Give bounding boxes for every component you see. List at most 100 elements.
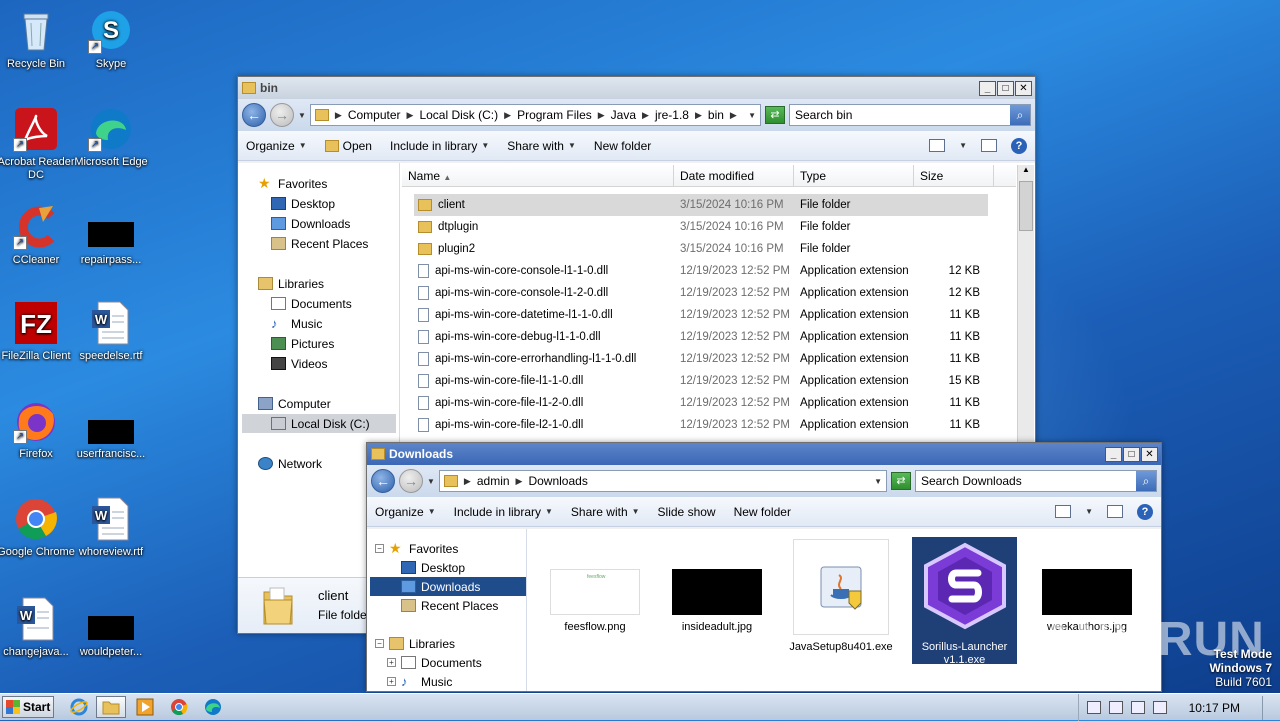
taskbar-edge[interactable] [198,696,228,718]
forward-button[interactable]: → [270,103,294,127]
desktop-icon-firefox[interactable]: ↗ Firefox [0,398,76,461]
minimize-button[interactable]: _ [1105,446,1122,462]
nav-local-disk[interactable]: Local Disk (C:) [242,414,396,433]
file-row[interactable]: api-ms-win-core-file-l1-1-0.dll 12/19/20… [414,370,988,392]
search-input[interactable]: Search Downloads ⌕ [915,470,1157,492]
clock[interactable]: 10:17 PM [1189,701,1240,715]
scroll-up-icon[interactable]: ▲ [1018,165,1034,179]
refresh-button[interactable]: ⇄ [891,472,911,490]
desktop-icon-repairpass[interactable]: repairpass... [71,204,151,267]
desktop-icon-recycle-bin[interactable]: Recycle Bin [0,8,76,71]
nav-favorites[interactable]: − ★ Favorites [375,539,458,558]
file-row[interactable]: api-ms-win-core-debug-l1-1-0.dll 12/19/2… [414,326,988,348]
desktop-icon-changejava[interactable]: W changejava... [0,596,76,659]
nav-downloads[interactable]: Downloads [370,577,526,596]
nav-documents[interactable]: + Documents [387,653,482,672]
desktop-icon-wouldpeter[interactable]: wouldpeter... [71,596,151,659]
column-name[interactable]: Name ▲ [402,165,674,186]
nav-libraries[interactable]: − Libraries [375,634,455,653]
file-thumbnail[interactable]: JavaSetup8u401.exe [789,539,893,654]
nav-desktop[interactable]: Desktop [401,558,465,577]
new-folder-button[interactable]: New folder [734,505,791,519]
breadcrumb-program-files[interactable]: Program Files [517,108,592,122]
desktop-icon-userfrancisc[interactable]: userfrancisc... [71,398,151,461]
nav-music[interactable]: + ♪ Music [387,672,452,691]
column-date-modified[interactable]: Date modified [674,165,794,186]
file-row[interactable]: api-ms-win-core-console-l1-2-0.dll 12/19… [414,282,988,304]
desktop-icon-skype[interactable]: S ↗ Skype [71,8,151,71]
file-thumbnail[interactable]: insideadult.jpg [665,569,769,633]
organize-button[interactable]: Organize ▼ [246,139,307,153]
change-view-icon[interactable] [929,139,946,152]
breadcrumb-jre[interactable]: jre-1.8 [655,108,689,122]
nav-favorites[interactable]: ★ Favorites [258,174,327,193]
slide-show-button[interactable]: Slide show [658,505,716,519]
new-folder-button[interactable]: New folder [594,139,651,153]
nav-music[interactable]: ♪ Music [271,314,322,333]
include-in-library-button[interactable]: Include in library ▼ [454,505,553,519]
recent-pages-dropdown[interactable]: ▼ [427,477,435,486]
organize-button[interactable]: Organize ▼ [375,505,436,519]
nav-recent-places[interactable]: Recent Places [401,596,498,615]
nav-downloads[interactable]: Downloads [271,214,350,233]
close-button[interactable]: ✕ [1015,80,1032,96]
file-thumbnail-selected[interactable]: Sorillus-Launcher v1.1.exe [912,537,1017,666]
preview-pane-icon[interactable] [1107,505,1123,518]
file-row[interactable]: api-ms-win-core-datetime-l1-1-0.dll 12/1… [414,304,988,326]
file-thumbnail[interactable]: feesflow feesflow.png [543,569,647,633]
refresh-button[interactable]: ⇄ [765,106,785,124]
desktop-icon-speedelse[interactable]: W speedelse.rtf [71,300,151,363]
search-icon[interactable]: ⌕ [1136,471,1156,491]
desktop-icon-acrobat[interactable]: ↗ Acrobat Reader DC [0,106,76,182]
start-button[interactable]: Start [2,696,54,718]
breadcrumb-computer[interactable]: Computer [348,108,401,122]
desktop-icon-whoreview[interactable]: W whoreview.rtf [71,496,151,559]
show-desktop-button[interactable] [1262,695,1272,720]
help-icon[interactable]: ? [1011,137,1027,154]
include-in-library-button[interactable]: Include in library ▼ [390,139,489,153]
nav-computer[interactable]: Computer [258,394,331,413]
breadcrumb-downloads[interactable]: Downloads [528,474,587,488]
collapse-icon[interactable]: − [375,639,384,648]
desktop-icon-edge[interactable]: ↗ Microsoft Edge [71,106,151,169]
scroll-thumb[interactable] [1019,181,1033,231]
collapse-icon[interactable]: − [375,544,384,553]
file-row[interactable]: client 3/15/2024 10:16 PM File folder [414,194,988,216]
breadcrumb-admin[interactable]: admin [477,474,510,488]
column-type[interactable]: Type [794,165,914,186]
view-dropdown[interactable]: ▼ [959,141,967,150]
file-row[interactable]: api-ms-win-core-errorhandling-l1-1-0.dll… [414,348,988,370]
address-dropdown[interactable]: ▼ [748,111,756,120]
taskbar-ie[interactable] [64,696,94,718]
nav-network[interactable]: Network [258,454,322,473]
taskbar-media-player[interactable] [130,696,160,718]
file-row[interactable]: plugin2 3/15/2024 10:16 PM File folder [414,238,988,260]
close-button[interactable]: ✕ [1141,446,1158,462]
back-button[interactable]: ← [242,103,266,127]
nav-pictures[interactable]: Pictures [271,334,334,353]
expand-icon[interactable]: + [387,658,396,667]
expand-icon[interactable]: + [387,677,396,686]
file-row[interactable]: dtplugin 3/15/2024 10:16 PM File folder [414,216,988,238]
breadcrumb-local-disk[interactable]: Local Disk (C:) [419,108,498,122]
maximize-button[interactable]: □ [997,80,1014,96]
help-icon[interactable]: ? [1137,503,1153,520]
breadcrumb-java[interactable]: Java [611,108,636,122]
taskbar-explorer[interactable] [96,696,126,718]
view-dropdown[interactable]: ▼ [1085,507,1093,516]
desktop-icon-chrome[interactable]: Google Chrome [0,496,76,559]
volume-icon[interactable] [1086,701,1101,714]
address-bar[interactable]: ▶ Computer ▶ Local Disk (C:) ▶ Program Fil… [309,104,761,126]
column-size[interactable]: Size [914,165,994,186]
share-with-button[interactable]: Share with ▼ [571,505,640,519]
maximize-button[interactable]: □ [1123,446,1140,462]
preview-pane-icon[interactable] [981,139,997,152]
address-dropdown[interactable]: ▼ [874,477,882,486]
recent-pages-dropdown[interactable]: ▼ [298,111,306,120]
open-button[interactable]: Open [324,139,372,153]
file-row[interactable]: api-ms-win-core-file-l2-1-0.dll 12/19/20… [414,414,988,436]
flag-icon[interactable] [1152,701,1167,714]
change-view-icon[interactable] [1055,505,1072,518]
desktop-icon-ccleaner[interactable]: ↗ CCleaner [0,204,76,267]
action-center-icon[interactable] [1130,701,1145,714]
